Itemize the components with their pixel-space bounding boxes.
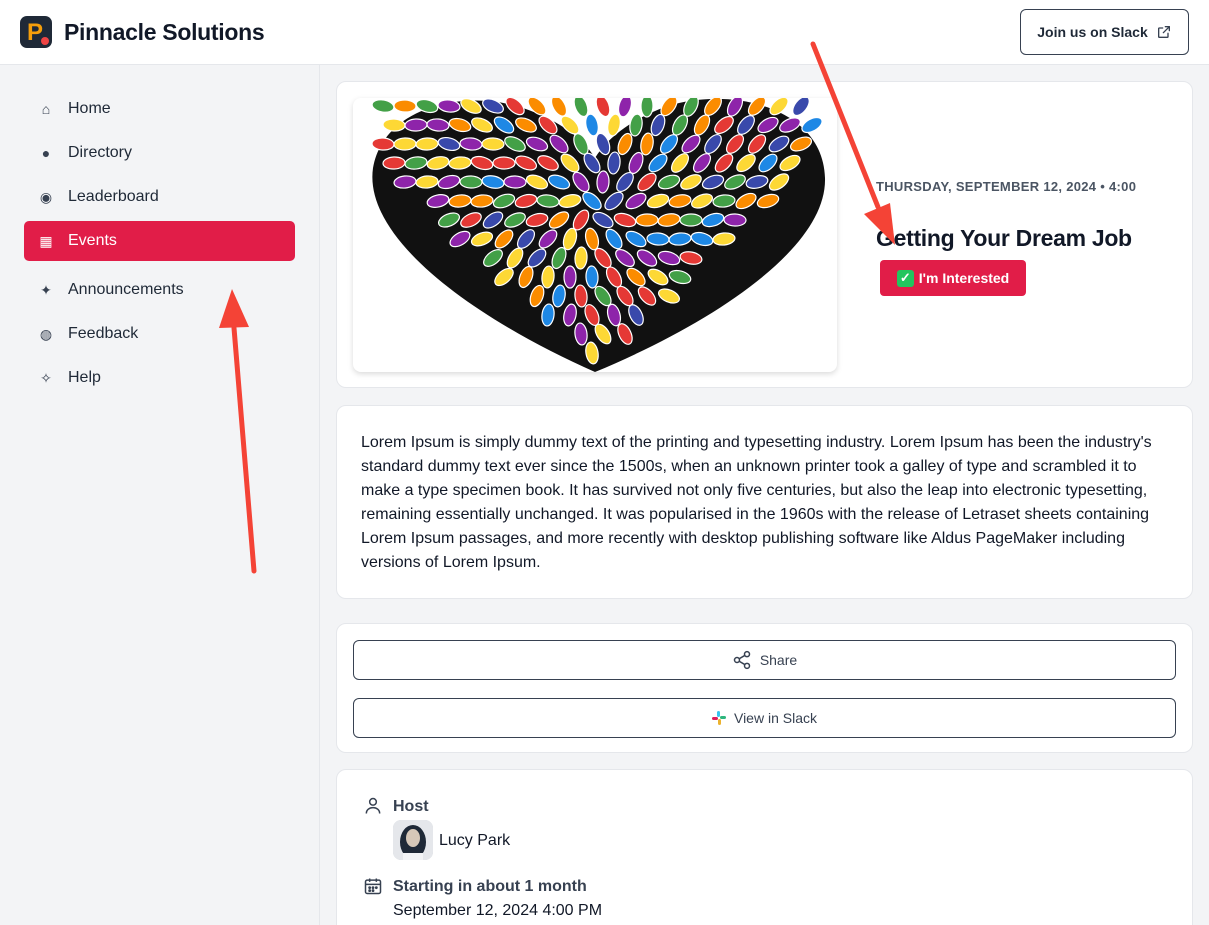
host-label: Host [393,798,429,815]
calendar-icon: ▦ [39,232,53,249]
globe-icon: ◍ [39,325,53,342]
sidebar-item-label: Events [68,232,117,249]
sidebar-item-label: Directory [68,144,133,161]
satellite-icon: ✦ [40,281,52,298]
sidebar-item-label: Announcements [68,281,184,298]
sidebar-item-events[interactable]: ▦ Events [24,221,295,261]
event-hero-card: THURSDAY, SEPTEMBER 12, 2024 • 4:00 Gett… [336,81,1193,388]
event-cover-image [353,98,837,372]
event-actions-card: Share View in Slack [336,623,1193,753]
brand-name[interactable]: Pinnacle Solutions [64,19,265,46]
event-details-card: Host Lucy Park Starting in about 1 month… [336,769,1193,925]
sidebar-item-feedback[interactable]: ◍ Feedback [24,314,295,354]
event-description-card: Lorem Ipsum is simply dummy text of the … [336,405,1193,599]
view-in-slack-label: View in Slack [733,710,817,726]
share-label: Share [759,652,798,668]
interested-button[interactable]: ✓ I'm Interested [880,260,1026,296]
medal-icon: ◉ [39,188,53,205]
share-button[interactable]: Share [353,640,1176,680]
check-mark-icon: ✓ [896,269,914,287]
people-icon: ● [41,145,51,161]
sidebar-item-label: Feedback [68,325,139,342]
sidebar-item-help[interactable]: ✧ Help [24,358,295,398]
top-bar: P Pinnacle Solutions Join us on Slack [0,0,1209,65]
join-slack-button[interactable]: Join us on Slack [1020,9,1189,55]
sidebar-item-announcements[interactable]: ✦ Announcements [24,270,295,310]
event-title: Getting Your Dream Job [876,225,1132,251]
sidebar-item-leaderboard[interactable]: ◉ Leaderboard [24,177,295,217]
join-slack-label: Join us on Slack [1037,24,1148,40]
calendar-icon [364,878,382,895]
home-icon: ⌂ [41,101,51,117]
slack-icon [711,711,726,725]
sidebar: ⌂ Home ● Directory ◉ Leaderboard ▦ Event… [0,65,320,925]
view-in-slack-button[interactable]: View in Slack [353,698,1176,738]
host-avatar[interactable] [393,820,433,860]
sidebar-item-label: Home [68,100,111,117]
start-datetime: September 12, 2024 4:00 PM [393,902,603,919]
external-link-icon [1157,26,1170,38]
interested-label: I'm Interested [918,270,1010,286]
start-relative-label: Starting in about 1 month [393,878,587,895]
app-logo[interactable]: P [20,16,52,48]
sidebar-item-directory[interactable]: ● Directory [24,133,295,173]
user-icon [365,797,381,814]
sidebar-item-label: Leaderboard [68,188,159,205]
sidebar-item-label: Help [68,369,101,386]
event-description: Lorem Ipsum is simply dummy text of the … [361,434,1152,571]
host-name[interactable]: Lucy Park [439,832,510,850]
handshake-icon: ✧ [40,369,52,386]
sidebar-item-home[interactable]: ⌂ Home [24,89,295,129]
share-icon [733,650,751,670]
event-date: THURSDAY, SEPTEMBER 12, 2024 • 4:00 [876,179,1137,194]
